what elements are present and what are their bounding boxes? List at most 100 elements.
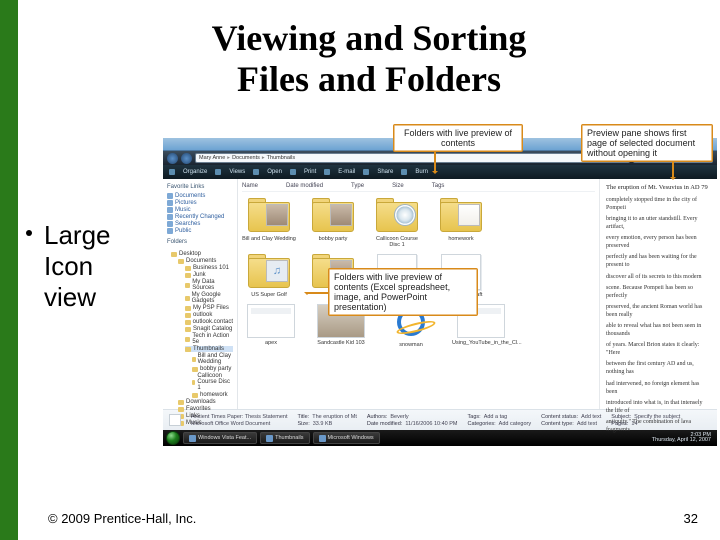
- details-ctype[interactable]: Add text: [577, 421, 597, 427]
- col-date[interactable]: Date modified: [286, 183, 323, 189]
- details-authors: Beverly: [390, 414, 408, 420]
- folder-icon: [192, 393, 198, 398]
- folders-header: Folders: [167, 239, 233, 245]
- title-line-1: Viewing and Sorting: [212, 18, 527, 58]
- app-icon: [189, 435, 196, 442]
- breadcrumb[interactable]: Mary Anne▸ Documents▸ Thumbnails: [195, 153, 630, 163]
- folder-item[interactable]: Bill and Clay Wedding: [242, 198, 296, 248]
- folder-icon: [185, 347, 191, 352]
- bullet-line-1: Large: [30, 220, 150, 251]
- bullet-icon: [26, 230, 32, 236]
- tree-item[interactable]: homework: [192, 392, 233, 398]
- item-label: snowman: [399, 342, 423, 348]
- tree-desktop[interactable]: Desktop: [171, 251, 233, 257]
- tree-item[interactable]: bobby party: [192, 366, 233, 372]
- views-icon: [215, 169, 221, 175]
- open-icon: [253, 169, 259, 175]
- fav-public[interactable]: Public: [167, 228, 233, 234]
- fav-documents[interactable]: Documents: [167, 193, 233, 199]
- tree-item[interactable]: Snagit Catalog: [185, 326, 233, 332]
- tree-item[interactable]: Downloads: [178, 399, 233, 405]
- photo-thumb-icon: [266, 204, 288, 226]
- tree-item[interactable]: Callicoon Course Disc 1: [192, 373, 233, 391]
- tree-item[interactable]: My PSP Files: [185, 305, 233, 311]
- toolbar-views[interactable]: Views: [229, 169, 245, 175]
- tree-item[interactable]: Tech in Action 5e: [185, 333, 233, 345]
- fav-music[interactable]: Music: [167, 207, 233, 213]
- folder-icon: [178, 400, 184, 405]
- tree-item[interactable]: Business 101: [185, 265, 233, 271]
- item-label: Bill and Clay Wedding: [242, 236, 296, 242]
- col-name[interactable]: Name: [242, 183, 258, 189]
- folder-item[interactable]: ♫ US Super Golf: [242, 254, 296, 298]
- fav-recent[interactable]: Recently Changed: [167, 214, 233, 220]
- details-tags[interactable]: Add a tag: [484, 414, 508, 420]
- folder-icon: [185, 296, 190, 301]
- item-label: apex: [265, 340, 277, 346]
- favorites-header: Favorite Links: [167, 184, 233, 190]
- column-headers: Name Date modified Type Size Tags: [242, 181, 595, 192]
- details-subject[interactable]: Specify the subject: [634, 414, 680, 420]
- slide-accent-bar: [0, 0, 18, 540]
- tree-item[interactable]: Junk: [185, 272, 233, 278]
- details-name: Ancient Times Paper: Thesis Statement: [191, 414, 288, 420]
- taskbar-item[interactable]: Windows Vista Feat...: [183, 432, 257, 444]
- callout-preview-pane: Preview pane shows first page of selecte…: [581, 124, 713, 162]
- toolbar-share[interactable]: Share: [377, 169, 393, 175]
- search-icon: [167, 221, 173, 227]
- bullet-line-2: Icon: [30, 251, 150, 282]
- tree-item[interactable]: Favorites: [178, 406, 233, 412]
- toolbar-email[interactable]: E-mail: [338, 169, 355, 175]
- tree-item[interactable]: My Data Sources: [185, 279, 233, 291]
- taskbar-item[interactable]: Thumbnails: [260, 432, 309, 444]
- crumb-2: Documents: [232, 155, 260, 161]
- col-type[interactable]: Type: [351, 183, 364, 189]
- app-icon: [319, 435, 326, 442]
- folder-icon: [192, 367, 198, 372]
- folder-item[interactable]: homework: [434, 198, 488, 248]
- share-icon: [363, 169, 369, 175]
- details-categories[interactable]: Add category: [499, 421, 531, 427]
- taskbar-item[interactable]: Microsoft Windows: [313, 432, 380, 444]
- folder-icon: [185, 273, 191, 278]
- toolbar-burn[interactable]: Burn: [415, 169, 428, 175]
- toolbar-open[interactable]: Open: [267, 169, 282, 175]
- fav-pictures[interactable]: Pictures: [167, 200, 233, 206]
- col-tags[interactable]: Tags: [432, 183, 445, 189]
- folder-icon: [185, 320, 191, 325]
- preview-line: completely stopped time in the city of P…: [606, 196, 711, 212]
- cd-icon: [394, 204, 416, 226]
- forward-button[interactable]: [181, 153, 192, 164]
- tree-item[interactable]: Documents: [178, 258, 233, 264]
- folder-icon: [167, 214, 173, 220]
- toolbar-print[interactable]: Print: [304, 169, 316, 175]
- tree-item[interactable]: My Google Gadgets: [185, 292, 233, 304]
- tree-item[interactable]: Thumbnails: [185, 346, 233, 352]
- preview-line: had intervened, no foreign element has b…: [606, 380, 711, 396]
- toolbar-organize[interactable]: Organize: [183, 169, 207, 175]
- details-status[interactable]: Add text: [581, 414, 601, 420]
- folder-icon: [185, 337, 190, 342]
- tree-item[interactable]: outlook: [185, 312, 233, 318]
- fav-searches[interactable]: Searches: [167, 221, 233, 227]
- spreadsheet-icon: [247, 304, 295, 338]
- icon-grid: Bill and Clay Wedding bobby party Callic…: [242, 192, 595, 248]
- item-label: US Super Golf: [251, 292, 286, 298]
- email-icon: [324, 169, 330, 175]
- folder-icon: [167, 200, 173, 206]
- tree-item[interactable]: outlook.contact: [185, 319, 233, 325]
- folder-icon: [185, 266, 191, 271]
- start-button[interactable]: [166, 431, 180, 445]
- preview-line: discover all of its secrets to this mode…: [606, 273, 711, 281]
- slide-body: Viewing and Sorting Files and Folders La…: [18, 0, 720, 540]
- file-item[interactable]: apex: [242, 304, 300, 348]
- col-size[interactable]: Size: [392, 183, 404, 189]
- back-button[interactable]: [167, 153, 178, 164]
- folder-icon: [178, 407, 184, 412]
- folder-item[interactable]: bobby party: [306, 198, 360, 248]
- title-line-2: Files and Folders: [237, 59, 501, 99]
- tree-item[interactable]: Bill and Clay Wedding: [192, 353, 233, 365]
- folder-icon: [178, 259, 184, 264]
- details-size: 33.9 KB: [313, 421, 333, 427]
- folder-item[interactable]: Callicoon Course Disc 1: [370, 198, 424, 248]
